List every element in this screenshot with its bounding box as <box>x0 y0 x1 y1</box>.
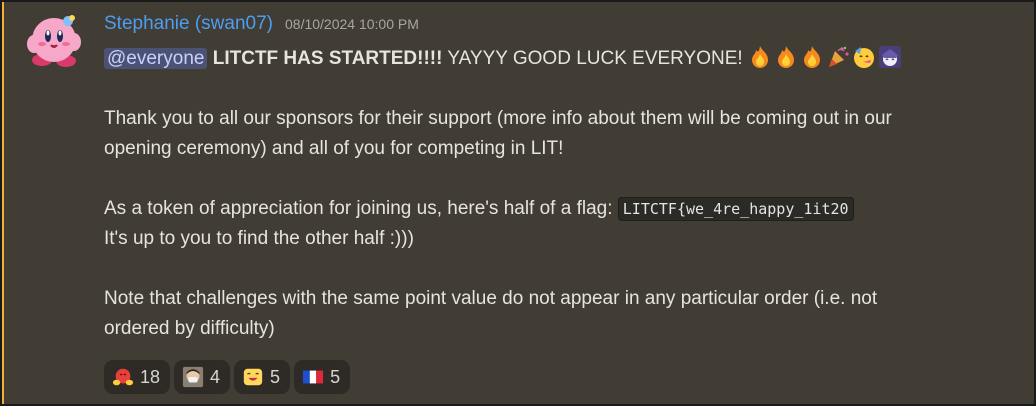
anime-girl-emoji-icon <box>878 46 901 68</box>
flag-code[interactable]: LITCTF{we_4re_happy_1it20 <box>617 197 854 221</box>
reaction-masked-person[interactable]: 4 <box>174 360 231 394</box>
headline-bold: LITCTF HAS STARTED!!!! <box>212 48 443 69</box>
reaction-grinning-face[interactable]: 5 <box>234 360 291 394</box>
reaction-count: 5 <box>330 366 341 387</box>
hugging-face-emoji-icon <box>112 368 134 386</box>
sponsor-text-line2: opening ceremony) and all of you for com… <box>104 138 564 159</box>
fire-emoji-icon <box>777 46 794 68</box>
reaction-count: 5 <box>270 366 281 387</box>
mention-highlight-bar <box>2 2 4 404</box>
author-name[interactable]: Stephanie (swan07) <box>104 13 273 35</box>
message-content: @everyone LITCTF HAS STARTED!!!! YAYYY G… <box>104 44 1014 344</box>
reaction-france-flag[interactable]: 5 <box>294 360 351 394</box>
reactions-bar: 18 4 5 5 <box>104 360 351 394</box>
france-flag-emoji-icon <box>302 370 324 384</box>
other-half-text: It's up to you to find the other half :)… <box>104 228 414 249</box>
note-text-line1: Note that challenges with the same point… <box>104 288 878 309</box>
reaction-hugging-face[interactable]: 18 <box>104 360 171 394</box>
message-container: Stephanie (swan07) 08/10/2024 10:00 PM @… <box>0 0 1036 406</box>
avatar[interactable] <box>26 12 82 68</box>
note-text-line2: ordered by difficulty) <box>104 318 275 339</box>
sponsor-text-line1: Thank you to all our sponsors for their … <box>104 108 892 129</box>
flag-intro-text: As a token of appreciation for joining u… <box>104 198 613 219</box>
grinning-face-emoji-icon <box>243 368 263 386</box>
flag-text-line: As a token of appreciation for joining u… <box>104 194 1014 224</box>
fire-emoji-icon <box>751 46 768 68</box>
masked-person-emoji-icon <box>182 366 204 388</box>
headline-text: YAYYY GOOD LUCK EVERYONE! <box>442 48 743 69</box>
headline: @everyone LITCTF HAS STARTED!!!! YAYYY G… <box>104 44 1014 74</box>
everyone-mention[interactable]: @everyone <box>104 48 208 69</box>
fire-emoji-icon <box>803 46 820 68</box>
partying-face-emoji-icon <box>853 47 874 68</box>
tada-emoji-icon <box>828 46 849 67</box>
timestamp: 08/10/2024 10:00 PM <box>285 16 419 32</box>
reaction-count: 18 <box>140 366 161 387</box>
message-header: Stephanie (swan07) 08/10/2024 10:00 PM <box>104 13 419 35</box>
reaction-count: 4 <box>210 366 221 387</box>
